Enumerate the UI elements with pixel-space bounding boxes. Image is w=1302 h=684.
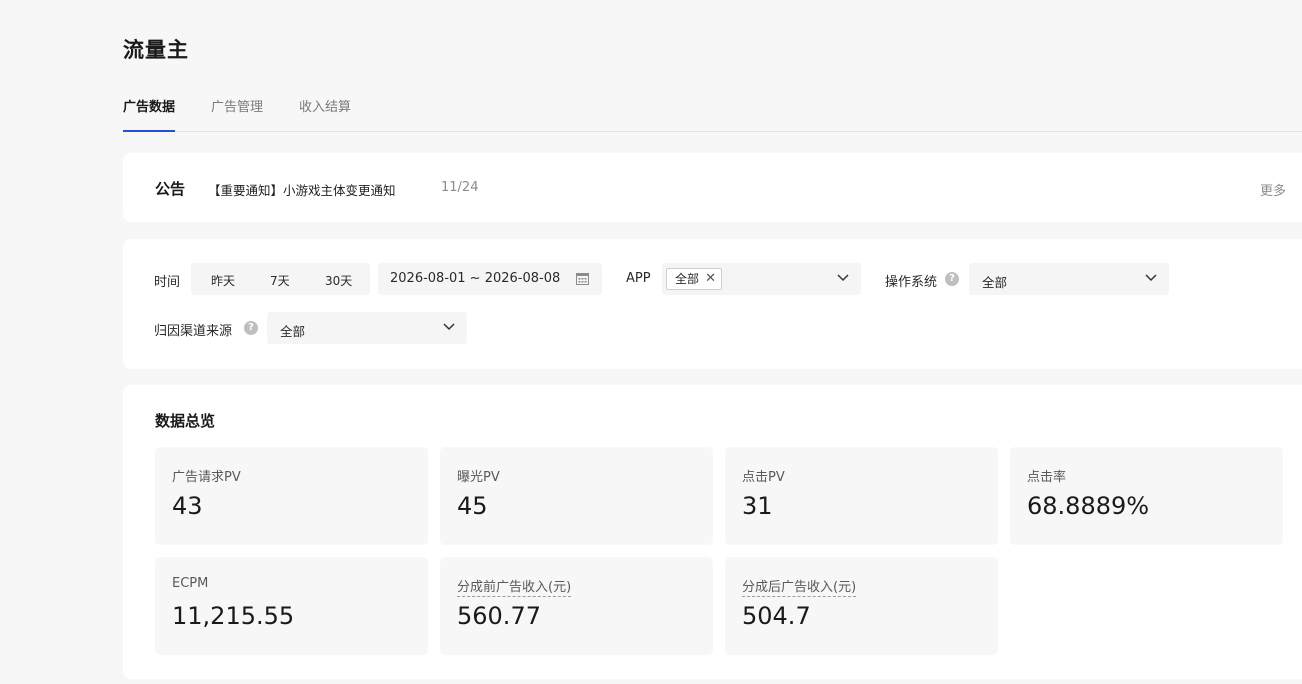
notice-link[interactable]: 【重要通知】小游戏主体变更通知 (208, 180, 396, 199)
notice-more-link[interactable]: 更多 (1260, 180, 1286, 199)
data-overview-card: 数据总览 广告请求PV 43 曝光PV 45 点击PV 31 点击率 68.88… (123, 385, 1302, 679)
os-label: 操作系统 (885, 275, 938, 290)
date-range-value: 2026-08-01 ~ 2026-08-08 (390, 271, 561, 286)
metric-value: 560.77 (457, 602, 541, 630)
calendar-icon (576, 273, 589, 285)
metric-card-exposure-pv: 曝光PV 45 (440, 447, 713, 545)
tab-revenue-settlement[interactable]: 收入结算 (299, 96, 351, 131)
tab-bar: 广告数据 广告管理 收入结算 (123, 96, 1302, 132)
close-icon[interactable]: ✕ (705, 269, 716, 289)
metric-label: 点击率 (1027, 470, 1067, 485)
tab-ad-management[interactable]: 广告管理 (211, 96, 263, 131)
filter-card: 时间 昨天 7天 30天 2026-08-01 ~ 2026-08-08 APP… (123, 239, 1302, 369)
os-select[interactable]: 全部 (969, 263, 1169, 295)
channel-select[interactable]: 全部 (267, 312, 467, 344)
help-icon[interactable]: ? (945, 272, 959, 286)
range-7days-button[interactable]: 7天 (270, 272, 290, 289)
metric-label: 点击PV (742, 470, 785, 485)
metric-card-revenue-before-share: 分成前广告收入(元) 560.77 (440, 557, 713, 655)
metric-label: 曝光PV (457, 470, 500, 485)
range-30days-button[interactable]: 30天 (325, 272, 352, 289)
date-range-picker[interactable]: 2026-08-01 ~ 2026-08-08 (378, 263, 602, 295)
chevron-down-icon (443, 323, 455, 331)
help-icon[interactable]: ? (244, 321, 258, 335)
metric-card-click-pv: 点击PV 31 (725, 447, 998, 545)
metric-value: 45 (457, 492, 488, 520)
overview-title: 数据总览 (155, 412, 216, 430)
notice-label: 公告 (155, 180, 186, 198)
metric-value: 43 (172, 492, 203, 520)
app-label: APP (626, 271, 651, 286)
metric-card-ad-request-pv: 广告请求PV 43 (155, 447, 428, 545)
os-select-value: 全部 (982, 275, 1008, 290)
channel-label: 归因渠道来源 (154, 324, 233, 339)
app-tag-label: 全部 (675, 272, 700, 286)
metric-value: 31 (742, 492, 773, 520)
metric-label: ECPM (172, 576, 209, 591)
tab-ad-data[interactable]: 广告数据 (123, 96, 176, 132)
metric-value: 11,215.55 (172, 602, 295, 630)
notice-date: 11/24 (441, 180, 479, 195)
notice-card: 公告 【重要通知】小游戏主体变更通知 11/24 更多 (123, 153, 1302, 222)
metric-value: 504.7 (742, 602, 811, 630)
app-select[interactable]: 全部 ✕ (662, 263, 861, 295)
channel-select-value: 全部 (280, 324, 306, 339)
time-label: 时间 (154, 275, 181, 290)
quick-range-selector: 昨天 7天 30天 (191, 263, 370, 295)
metric-label: 广告请求PV (172, 470, 241, 485)
metric-card-click-rate: 点击率 68.8889% (1010, 447, 1283, 545)
range-yesterday-button[interactable]: 昨天 (211, 272, 235, 289)
metric-label[interactable]: 分成前广告收入(元) (457, 576, 572, 597)
page-title: 流量主 (123, 38, 189, 62)
metric-card-revenue-after-share: 分成后广告收入(元) 504.7 (725, 557, 998, 655)
chevron-down-icon (1145, 274, 1157, 282)
app-tag: 全部 ✕ (666, 268, 723, 290)
metric-label[interactable]: 分成后广告收入(元) (742, 576, 857, 597)
metric-value: 68.8889% (1027, 492, 1150, 520)
chevron-down-icon (837, 274, 849, 282)
metric-card-ecpm: ECPM 11,215.55 (155, 557, 428, 655)
